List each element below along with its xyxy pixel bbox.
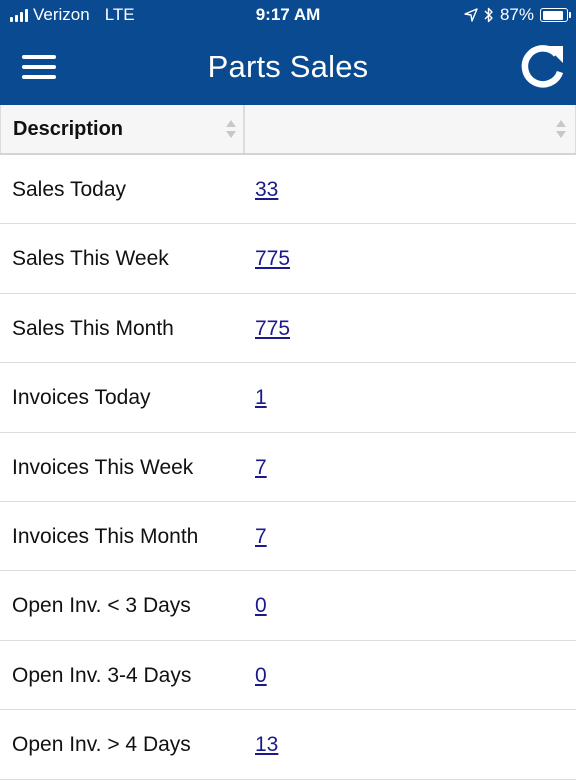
row-description: Sales This Week (12, 247, 169, 271)
table-row: Sales This Month 775 (0, 294, 576, 364)
row-description: Invoices Today (12, 386, 151, 410)
row-value-link[interactable]: 775 (255, 247, 290, 271)
row-description: Sales Today (12, 178, 127, 201)
row-description: Sales This Month (12, 316, 174, 340)
row-description: Invoices This Month (12, 524, 199, 548)
row-value-link[interactable]: 13 (255, 733, 278, 757)
refresh-icon[interactable] (516, 40, 568, 92)
table-header: Description (0, 105, 576, 155)
parts-sales-table: Description Sales Today 33 Sales This We… (0, 105, 576, 780)
status-bar: Verizon LTE 9:17 AM 87% (0, 0, 576, 30)
table-row: Open Inv. < 3 Days 0 (0, 571, 576, 641)
table-row: Open Inv. > 4 Days 13 (0, 710, 576, 780)
table-row: Invoices This Month 7 (0, 502, 576, 572)
row-value-link[interactable]: 0 (255, 594, 267, 618)
sort-icon (556, 120, 566, 138)
table-row: Invoices This Week 7 (0, 433, 576, 502)
column-header-description[interactable]: Description (0, 105, 244, 153)
battery-icon (540, 8, 571, 22)
column-header-label: Description (13, 118, 124, 140)
table-row: Sales Today 33 (0, 155, 576, 225)
page-title: Parts Sales (207, 49, 369, 84)
table-row: Invoices Today 1 (0, 363, 576, 433)
row-value-link[interactable]: 33 (255, 178, 278, 202)
row-description: Open Inv. < 3 Days (12, 594, 191, 618)
location-arrow-icon (464, 8, 478, 22)
row-description: Open Inv. 3-4 Days (12, 663, 192, 687)
sort-icon (226, 120, 236, 138)
table-row: Open Inv. 3-4 Days 0 (0, 641, 576, 711)
row-value-link[interactable]: 7 (255, 525, 267, 549)
nav-bar: Parts Sales (0, 30, 576, 105)
column-header-value[interactable] (244, 105, 576, 153)
battery-percent: 87% (499, 5, 534, 24)
table-row: Sales This Week 775 (0, 224, 576, 294)
row-value-link[interactable]: 775 (255, 317, 290, 341)
row-description: Open Inv. > 4 Days (12, 733, 191, 757)
status-right: 87% (464, 4, 571, 26)
battery-fill (542, 10, 563, 20)
row-value-link[interactable]: 1 (255, 386, 267, 410)
row-description: Invoices This Week (12, 455, 194, 479)
row-value-link[interactable]: 7 (255, 456, 267, 480)
bluetooth-icon (484, 7, 493, 23)
row-value-link[interactable]: 0 (255, 664, 267, 688)
